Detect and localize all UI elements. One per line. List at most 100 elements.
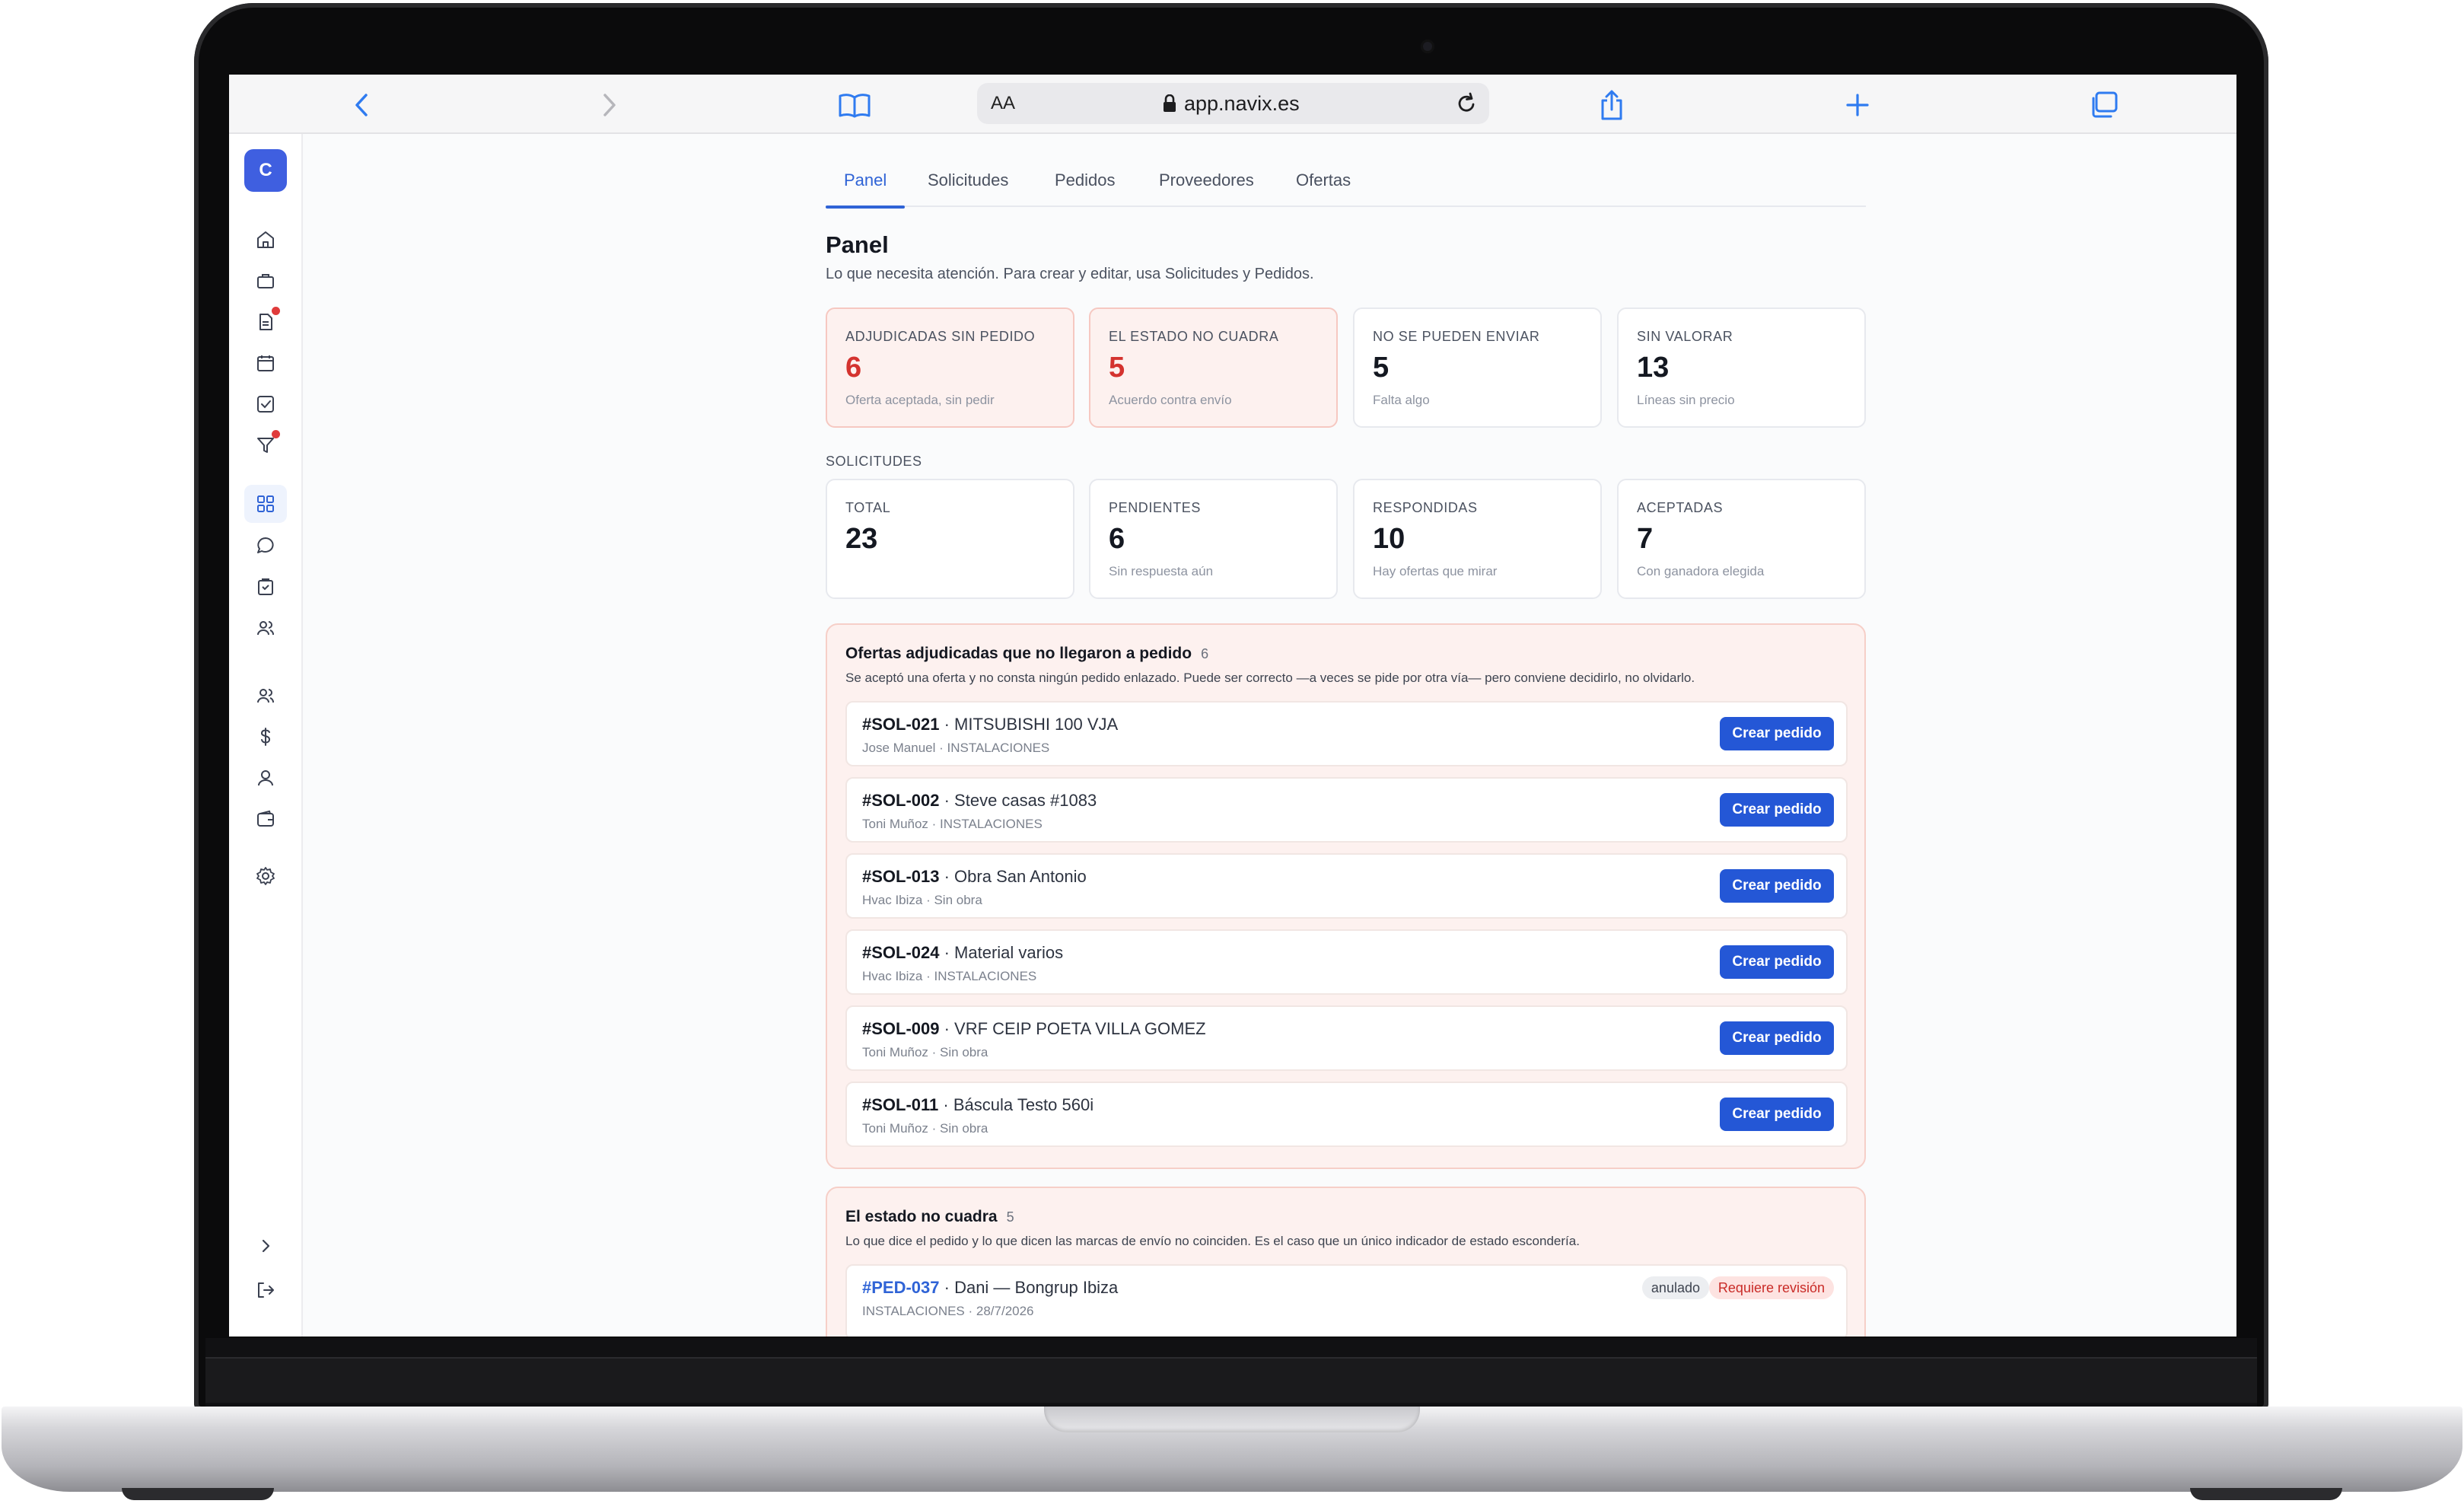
back-button[interactable] — [342, 85, 382, 125]
panel-title: Ofertas adjudicadas que no llegaron a pe… — [845, 645, 1208, 663]
sidebar-item-team[interactable] — [244, 677, 287, 715]
review-badge: Requiere revisión — [1708, 1276, 1834, 1299]
briefcase-icon — [257, 274, 274, 288]
sidebar-item-billing[interactable] — [244, 718, 287, 756]
crear-pedido-button[interactable]: Crear pedido — [1720, 869, 1834, 903]
card-value: 5 — [1109, 352, 1125, 384]
list-item[interactable]: #SOL-011 · Báscula Testo 560i Toni Muñoz… — [845, 1082, 1848, 1147]
forward-button[interactable] — [589, 85, 629, 125]
row-title: #SOL-021 · MITSUBISHI 100 VJA — [862, 715, 1118, 734]
browser-toolbar: AA app.navix.es — [229, 75, 2236, 134]
sidebar-item-documents[interactable] — [244, 303, 287, 341]
tab-overview-button[interactable] — [2084, 85, 2123, 125]
row-code-link[interactable]: #PED-037 — [862, 1278, 940, 1297]
card-hint: Oferta aceptada, sin pedir — [845, 393, 995, 407]
reader-aa-button[interactable]: AA — [991, 93, 1015, 114]
sidebar-item-messages[interactable] — [244, 527, 287, 565]
lock-icon — [1164, 94, 1176, 112]
card-value: 23 — [845, 523, 878, 555]
dollar-icon — [260, 728, 271, 746]
card-no-se-pueden-enviar[interactable]: NO SE PUEDEN ENVIAR 5 Falta algo — [1353, 307, 1602, 428]
row-title: #SOL-011 · Báscula Testo 560i — [862, 1095, 1094, 1115]
panel-title-text: El estado no cuadra — [845, 1208, 998, 1225]
card-label: NO SE PUEDEN ENVIAR — [1373, 329, 1540, 344]
filter-icon — [257, 438, 274, 453]
crear-pedido-button[interactable]: Crear pedido — [1720, 945, 1834, 979]
tab-solicitudes[interactable]: Solicitudes — [928, 164, 1008, 207]
sidebar-item-tasks[interactable] — [244, 385, 287, 423]
crear-pedido-button[interactable]: Crear pedido — [1720, 717, 1834, 750]
sidebar-item-profile[interactable] — [244, 759, 287, 797]
page-title: Panel — [826, 231, 889, 258]
chevron-left-icon — [355, 94, 368, 116]
row-name: · Obra San Antonio — [939, 867, 1087, 886]
list-item[interactable]: #SOL-009 · VRF CEIP POETA VILLA GOMEZ To… — [845, 1005, 1848, 1071]
team-icon — [257, 689, 274, 703]
address-bar[interactable]: AA app.navix.es — [977, 83, 1489, 124]
card-estado-no-cuadra[interactable]: EL ESTADO NO CUADRA 5 Acuerdo contra env… — [1089, 307, 1338, 428]
sidebar-item-settings[interactable] — [244, 857, 287, 895]
sidebar-item-home[interactable] — [244, 221, 287, 259]
row-code: #SOL-013 — [862, 867, 940, 886]
crear-pedido-button[interactable]: Crear pedido — [1720, 1098, 1834, 1131]
url-text: app.navix.es — [1184, 92, 1300, 115]
logout-button[interactable] — [244, 1271, 287, 1309]
crear-pedido-button[interactable]: Crear pedido — [1720, 793, 1834, 827]
tab-proveedores[interactable]: Proveedores — [1159, 164, 1254, 207]
list-item[interactable]: #SOL-013 · Obra San Antonio Hvac Ibiza ·… — [845, 853, 1848, 919]
calendar-icon — [257, 355, 274, 371]
laptop-notch — [1044, 1407, 1420, 1432]
camera-icon — [1421, 40, 1434, 53]
list-item[interactable]: #SOL-021 · MITSUBISHI 100 VJA Jose Manue… — [845, 701, 1848, 766]
section-label-solicitudes: SOLICITUDES — [826, 454, 922, 469]
card-respondidas[interactable]: RESPONDIDAS 10 Hay ofertas que mirar — [1353, 479, 1602, 599]
sidebar-item-orders[interactable] — [244, 568, 287, 606]
sidebar-item-filters[interactable] — [244, 426, 287, 464]
card-label: EL ESTADO NO CUADRA — [1109, 329, 1279, 344]
row-title: #SOL-009 · VRF CEIP POETA VILLA GOMEZ — [862, 1019, 1206, 1039]
panel-title: El estado no cuadra 5 — [845, 1208, 1014, 1226]
sidebar-item-projects[interactable] — [244, 262, 287, 300]
new-tab-button[interactable] — [1838, 85, 1877, 125]
sidebar-item-suppliers[interactable] — [244, 609, 287, 647]
chevron-right-icon — [603, 94, 616, 116]
tab-ofertas[interactable]: Ofertas — [1296, 164, 1351, 207]
tabs-icon — [2092, 91, 2118, 118]
card-pendientes[interactable]: PENDIENTES 6 Sin respuesta aún — [1089, 479, 1338, 599]
sidebar-item-wallet[interactable] — [244, 800, 287, 838]
tab-pedidos[interactable]: Pedidos — [1055, 164, 1116, 207]
screen: AA app.navix.es C Panel Solicitudes Pedi… — [229, 75, 2236, 1337]
card-value: 7 — [1637, 523, 1654, 555]
notification-dot — [272, 307, 280, 315]
sidebar-item-calendar[interactable] — [244, 344, 287, 382]
reload-icon[interactable] — [1454, 91, 1479, 116]
list-item[interactable]: #SOL-002 · Steve casas #1083 Toni Muñoz … — [845, 777, 1848, 843]
workspace-avatar[interactable]: C — [244, 149, 287, 192]
row-code: #SOL-009 — [862, 1019, 940, 1038]
app-sidebar: C — [229, 134, 303, 1337]
home-icon — [257, 231, 274, 248]
card-value: 10 — [1373, 523, 1405, 555]
card-aceptadas[interactable]: ACEPTADAS 7 Con ganadora elegida — [1617, 479, 1866, 599]
list-item[interactable]: #PED-037 · Dani — Bongrup Ibiza INSTALAC… — [845, 1264, 1848, 1337]
row-code: #SOL-011 — [862, 1095, 939, 1114]
users-icon — [257, 621, 274, 636]
row-name: · Steve casas #1083 — [939, 791, 1097, 810]
bookmarks-button[interactable] — [835, 85, 874, 125]
row-name: · Material varios — [939, 943, 1064, 962]
chat-icon — [257, 537, 274, 553]
card-sin-valorar[interactable]: SIN VALORAR 13 Líneas sin precio — [1617, 307, 1866, 428]
main-content: Panel Solicitudes Pedidos Proveedores Of… — [303, 134, 2236, 1337]
row-name: · MITSUBISHI 100 VJA — [939, 715, 1119, 734]
clipboard-icon — [258, 578, 273, 595]
card-adjudicadas-sin-pedido[interactable]: ADJUDICADAS SIN PEDIDO 6 Oferta aceptada… — [826, 307, 1074, 428]
list-item[interactable]: #SOL-024 · Material varios Hvac Ibiza · … — [845, 929, 1848, 995]
crear-pedido-button[interactable]: Crear pedido — [1720, 1021, 1834, 1055]
card-total[interactable]: TOTAL 23 — [826, 479, 1074, 599]
sidebar-item-panel[interactable] — [244, 485, 287, 523]
book-icon — [839, 94, 871, 118]
share-button[interactable] — [1592, 85, 1632, 125]
tab-panel[interactable]: Panel — [825, 164, 906, 209]
card-hint: Líneas sin precio — [1637, 393, 1735, 407]
sidebar-expand-button[interactable] — [244, 1227, 287, 1265]
